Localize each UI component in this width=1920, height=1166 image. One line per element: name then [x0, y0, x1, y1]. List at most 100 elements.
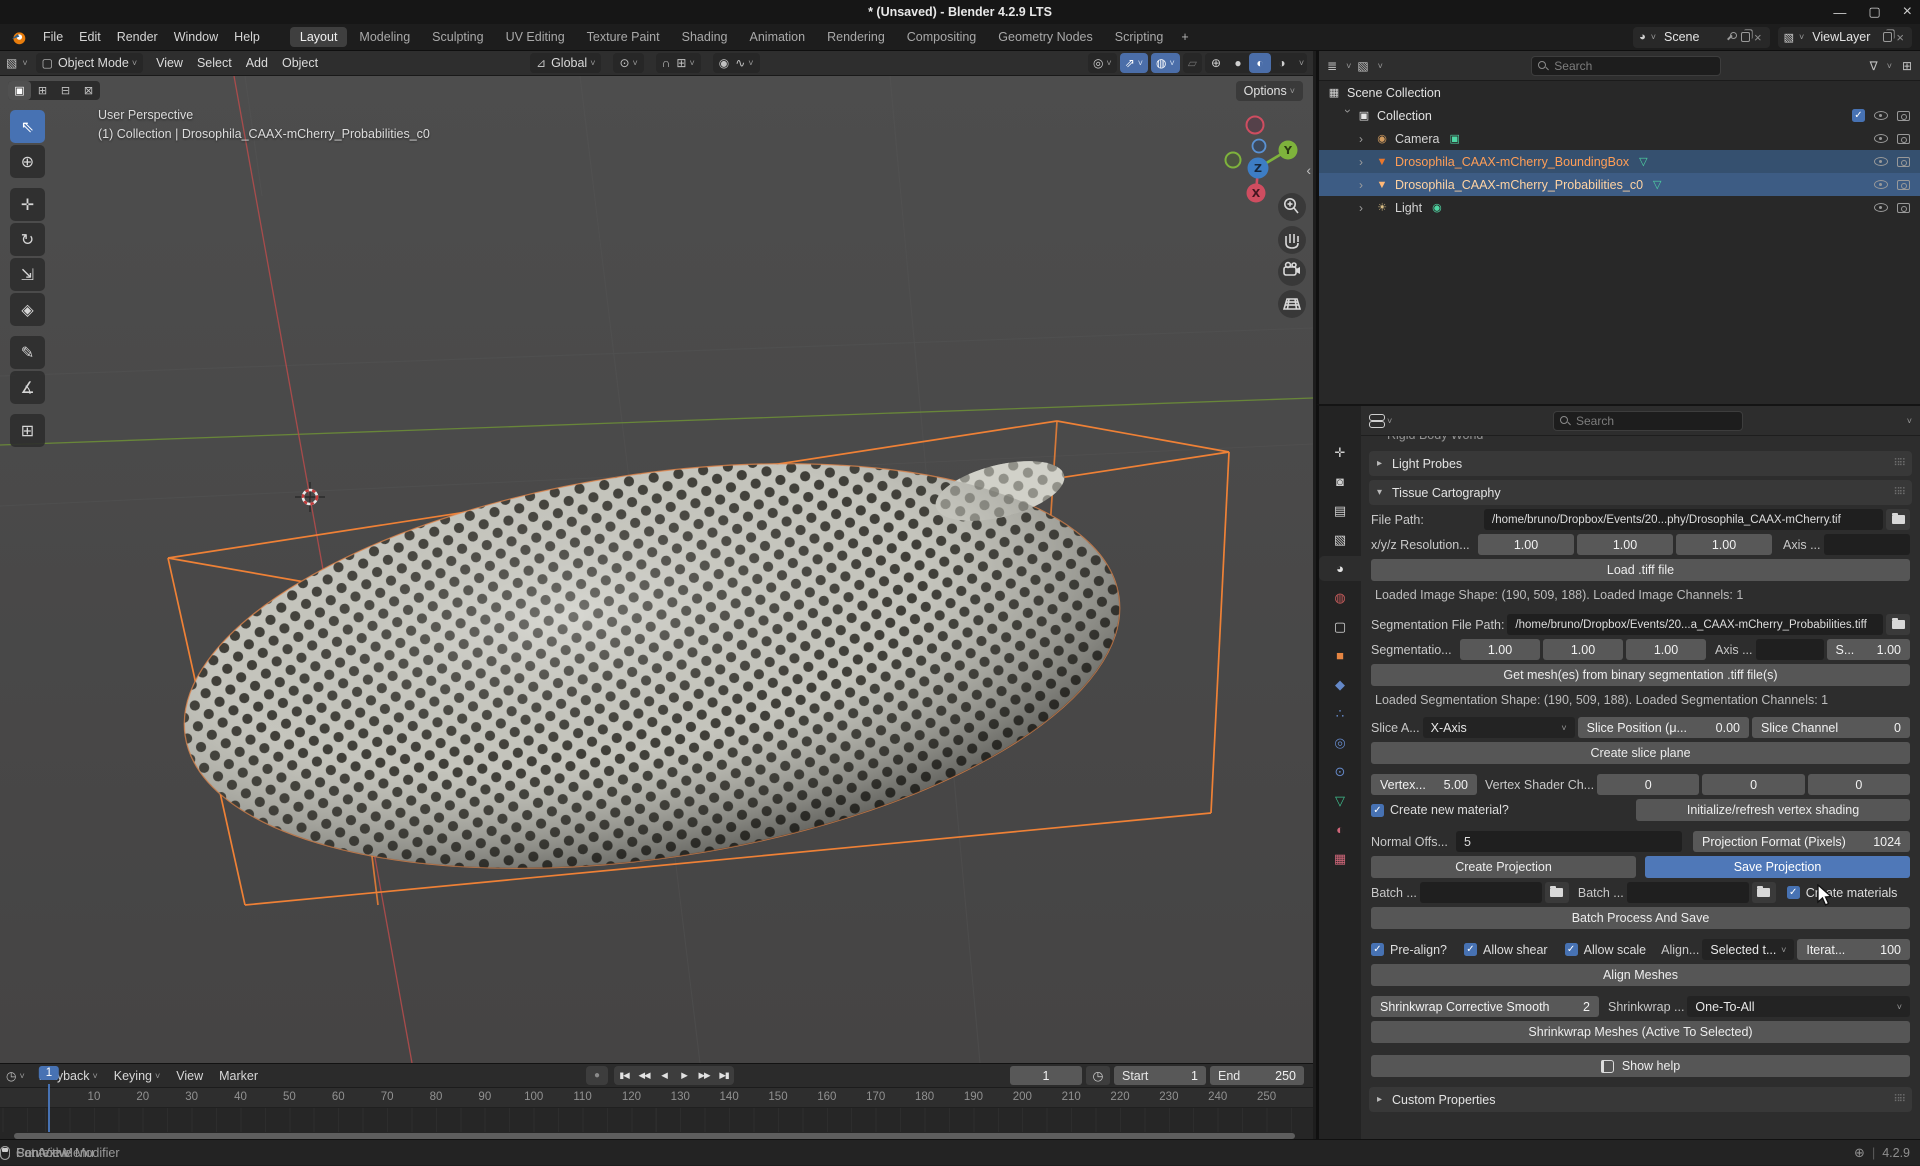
outliner-search-input[interactable] [1554, 59, 1714, 73]
panel-rigid-body-world[interactable]: Rigid Body World [1369, 436, 1912, 447]
filter-icon[interactable]: ∇ [1870, 59, 1878, 73]
batch-browse-2-button[interactable] [1752, 882, 1776, 903]
pan-button[interactable] [1278, 226, 1306, 254]
tab-output[interactable]: ▤ [1321, 498, 1359, 523]
shading-rendered-button[interactable]: ◑ [1271, 53, 1293, 73]
add-workspace-button[interactable]: + [1173, 27, 1196, 47]
properties-editor-icon[interactable] [1369, 414, 1384, 428]
show-gizmo-toggle[interactable]: ⇗˅ [1120, 53, 1148, 73]
tab-shading[interactable]: Shading [672, 27, 738, 47]
slice-channel-field[interactable]: Slice Channel0 [1752, 717, 1910, 738]
playhead[interactable] [48, 1084, 50, 1132]
tab-material[interactable]: ◐ [1321, 817, 1359, 842]
show-overlays-toggle[interactable]: ◍˅ [1151, 53, 1180, 73]
properties-options-icon[interactable]: ˅ [1907, 416, 1912, 426]
seg-resolution-x-field[interactable]: 1.00 [1460, 639, 1540, 660]
tab-collection[interactable]: ▢ [1321, 614, 1359, 639]
projection-format-field[interactable]: Projection Format (Pixels)1024 [1693, 831, 1910, 852]
seg-path-field[interactable]: /home/bruno/Dropbox/Events/20...a_CAAX-m… [1507, 614, 1883, 635]
timeline-editor-icon[interactable]: ◷ [6, 1069, 16, 1083]
timeline-menu-marker[interactable]: Marker [211, 1069, 266, 1083]
app-menu-item[interactable]: Help [226, 30, 268, 44]
select-mode-new[interactable]: ▣ [8, 81, 31, 100]
add-cube-tool[interactable]: ⊞ [10, 414, 45, 447]
current-frame-badge[interactable]: 1 [39, 1066, 59, 1080]
show-help-button[interactable]: Show help [1371, 1055, 1910, 1077]
viewport-menu-item[interactable]: Select [190, 56, 239, 70]
scale-tool[interactable]: ⇲ [10, 258, 45, 291]
collection-checkbox[interactable]: ✓ [1852, 109, 1865, 122]
vertex-shader-ch1-field[interactable]: 0 [1597, 774, 1699, 795]
object-name[interactable]: Light [1395, 201, 1422, 215]
pivot-dropdown[interactable]: ⊙˅ [613, 53, 643, 73]
app-menu-item[interactable]: File [35, 30, 71, 44]
select-mode-intersect[interactable]: ⊠ [77, 81, 100, 100]
auto-key-button[interactable]: ● [586, 1066, 608, 1085]
play-reverse-button[interactable]: ◀ [654, 1066, 674, 1085]
orientation-dropdown[interactable]: ⊿ Global ˅ [530, 53, 601, 73]
create-slice-plane-button[interactable]: Create slice plane [1371, 742, 1910, 764]
app-menu-item[interactable]: Render [109, 30, 166, 44]
panel-light-probes[interactable]: ▸Light Probes⠿⠿ [1369, 451, 1912, 476]
jump-start-button[interactable]: ▮◀ [614, 1066, 634, 1085]
batch-process-button[interactable]: Batch Process And Save [1371, 907, 1910, 929]
disable-render-icon[interactable] [1897, 157, 1910, 167]
next-keyframe-button[interactable]: ▶▶ [694, 1066, 714, 1085]
jump-end-button[interactable]: ▶▮ [714, 1066, 734, 1085]
app-menu-item[interactable]: Edit [71, 30, 109, 44]
play-button[interactable]: ▶ [674, 1066, 694, 1085]
seg-axis-field[interactable] [1756, 639, 1824, 660]
align-dropdown[interactable]: Selected t...˅ [1702, 939, 1794, 960]
tab-modeling[interactable]: Modeling [349, 27, 420, 47]
outliner-row-light[interactable]: › ☀ Light ◉ [1319, 196, 1920, 219]
timeline-ruler[interactable]: 1020304050607080901001101201301401501601… [0, 1088, 1313, 1108]
hide-viewport-icon[interactable] [1874, 134, 1888, 143]
display-mode-icon[interactable]: ≣ [1327, 59, 1337, 73]
snap-controls[interactable]: ∩ ⊞˅ [656, 53, 701, 73]
view-layer-selector[interactable]: ▧˅ ViewLayer × [1778, 27, 1912, 48]
create-materials-checkbox[interactable]: ✓Create materials [1787, 886, 1898, 900]
tab-render[interactable]: ◙ [1321, 469, 1359, 494]
move-tool[interactable]: ✛ [10, 188, 45, 221]
tab-data[interactable]: ▽ [1321, 788, 1359, 813]
proportional-edit-controls[interactable]: ◉ ∿˅ [713, 53, 760, 73]
save-projection-button[interactable]: Save Projection [1645, 856, 1910, 878]
properties-search[interactable] [1553, 411, 1743, 431]
viewport-menu-item[interactable]: Object [275, 56, 325, 70]
tab-constraints[interactable]: ⊙ [1321, 759, 1359, 784]
new-scene-icon[interactable] [1741, 32, 1750, 42]
timeline-menu-view[interactable]: View [168, 1069, 211, 1083]
frame-start-field[interactable]: Start1 [1114, 1066, 1206, 1085]
tab-compositing[interactable]: Compositing [897, 27, 986, 47]
outliner[interactable]: ≣˅ ▧˅ ∇˅ ⊞ ▦ Scene Collection [1316, 51, 1920, 404]
allow-shear-checkbox[interactable]: ✓Allow shear [1464, 943, 1548, 957]
batch-field-2[interactable] [1627, 882, 1749, 903]
disable-render-icon[interactable] [1897, 134, 1910, 144]
editor-type-icon[interactable]: ▧ [6, 56, 17, 70]
scene-selector[interactable]: ◕˅ Scene × [1633, 27, 1770, 48]
object-name[interactable]: Camera [1395, 132, 1439, 146]
visibility-dropdown[interactable]: ◎˅ [1088, 53, 1117, 73]
normal-offset-field[interactable]: 5 [1456, 831, 1682, 852]
timeline-track[interactable] [0, 1108, 1313, 1132]
tab-sculpting[interactable]: Sculpting [422, 27, 493, 47]
shrinkwrap-dropdown[interactable]: One-To-All˅ [1687, 996, 1910, 1017]
file-browse-button[interactable] [1886, 509, 1910, 530]
ortho-toggle-button[interactable] [1278, 290, 1306, 318]
disable-render-icon[interactable] [1897, 111, 1910, 121]
filter-type-icon[interactable]: ▧ [1357, 59, 1368, 73]
current-frame-field[interactable]: 1 [1010, 1066, 1082, 1085]
tab-object[interactable]: ■ [1321, 643, 1359, 668]
align-meshes-button[interactable]: Align Meshes [1371, 964, 1910, 986]
shrinkwrap-meshes-button[interactable]: Shrinkwrap Meshes (Active To Selected) [1371, 1021, 1910, 1043]
tab-scene[interactable]: ◕ [1319, 556, 1361, 581]
panel-custom-properties[interactable]: ▸Custom Properties⠿⠿ [1369, 1087, 1912, 1112]
hide-viewport-icon[interactable] [1874, 203, 1888, 212]
vertex-shader-ch3-field[interactable]: 0 [1808, 774, 1910, 795]
seg-s-field[interactable]: S...1.00 [1827, 639, 1910, 660]
viewport-3d[interactable]: ▧˅ ▢ Object Mode ˅ ViewSelectAddObject ⊿… [0, 51, 1313, 1063]
allow-scale-checkbox[interactable]: ✓Allow scale [1565, 943, 1647, 957]
hide-viewport-icon[interactable] [1874, 180, 1888, 189]
disable-render-icon[interactable] [1897, 203, 1910, 213]
outliner-row-scene-collection[interactable]: ▦ Scene Collection [1319, 81, 1920, 104]
